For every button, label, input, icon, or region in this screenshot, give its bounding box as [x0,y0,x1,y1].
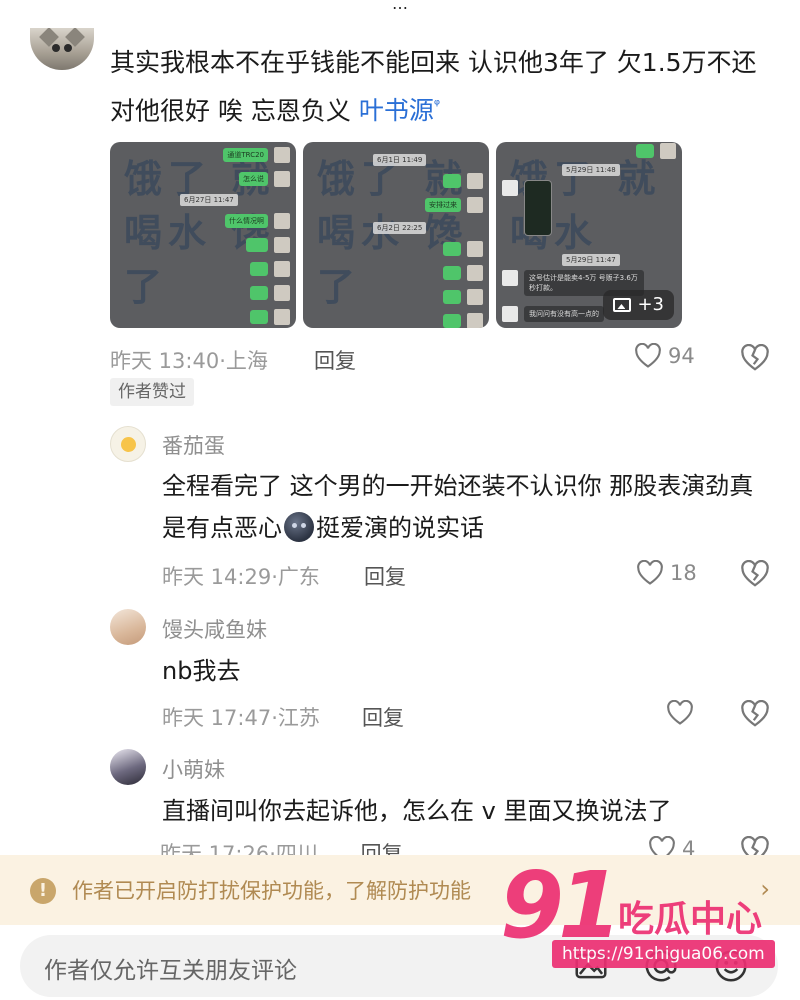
top-partial-header: … [0,0,800,13]
chat-bubble: 怎么说 [239,172,268,186]
chat-bubble [250,310,268,324]
chat-bubble [250,286,268,300]
emoji-icon[interactable] [712,947,750,985]
author-liked-badge: 作者赞过 [110,378,194,406]
dislike-broken-heart-icon[interactable] [740,700,770,728]
chat-avatar [274,309,290,325]
more-images-badge[interactable]: +3 [603,290,674,320]
reply-button[interactable]: 回复 [364,561,406,591]
top-partial-title: … [392,0,408,13]
comment-image-1[interactable]: 饿了 就喝水 馋了 通道TRC20 怎么说 6月27日 11:47 什么情况啊 [110,142,296,328]
chat-avatar [274,171,290,187]
chat-avatar [467,313,483,328]
chat-avatar [274,147,290,163]
chat-timestamp: 5月29日 11:48 [562,164,620,176]
comment-time: 昨天 13:40 [110,349,220,373]
chat-avatar [274,213,290,229]
image-icon[interactable] [572,947,610,985]
chat-avatar [467,265,483,281]
reply-text: 全程看完了 这个男的一开始还装不认识你 那股表演劲真是有点恶心 挺爱演的说实话 [162,472,754,542]
chat-avatar [660,143,676,159]
reply-text: 直播间叫你去起诉他，怎么在 v 里面又换说法了 [162,797,672,825]
comment-image-3[interactable]: 饿了 就喝水 5月29日 11:48 5月29日 11:47 这号估计是能卖4-… [496,142,682,328]
like-count: 94 [668,344,695,368]
chat-bubble [443,242,461,256]
comment-input[interactable]: 作者仅允许互关朋友评论 [20,935,778,997]
like-button[interactable] [666,700,694,726]
chat-screenshot-phone [524,180,552,236]
chat-bubble [443,174,461,188]
dark-face-emoji-icon [284,512,314,542]
warning-icon: ! [30,878,56,904]
main-comment-meta: 昨天 13:40·上海 [110,349,268,373]
like-button[interactable]: 94 [634,343,695,369]
chat-message: 我问问有没有高一点的 [524,306,604,322]
heart-icon [637,560,663,585]
reply-avatar-anime[interactable] [110,749,146,785]
chat-timestamp: 6月2日 22:25 [373,222,427,234]
heart-icon [667,700,693,725]
dislike-broken-heart-icon[interactable] [740,560,770,588]
notice-text: 作者已开启防打扰保护功能，了解防护功能 [72,879,471,903]
like-count: 18 [670,561,697,585]
chat-bubble [246,238,268,252]
more-images-count: +3 [637,294,664,315]
reply-avatar-egg[interactable] [110,426,146,462]
reply-text: nb我去 [162,657,241,685]
chat-bubble [443,266,461,280]
reply-avatar-girl[interactable] [110,609,146,645]
chat-bubble [443,314,461,328]
chat-bubble: 安排过来 [425,198,461,212]
like-button[interactable]: 18 [636,560,697,586]
commenter-avatar[interactable] [30,28,94,70]
chat-avatar [502,306,518,322]
chat-avatar [274,285,290,301]
topic-link[interactable]: 叶书源ᵠ [359,96,440,125]
comment-image-gallery: 饿了 就喝水 馋了 通道TRC20 怎么说 6月27日 11:47 什么情况啊 … [110,142,682,330]
heart-icon [635,343,661,368]
chat-bubble: 什么情况啊 [225,214,268,228]
reply-meta: 昨天 14:29·广东 [162,565,320,589]
reply-meta: 昨天 17:47·江苏 [162,706,320,730]
reply-button[interactable]: 回复 [362,702,404,732]
main-comment-text: 其实我根本不在乎钱能不能回来 认识他3年了 欠1.5万不还 对他很好 唉 忘恩负… [110,42,770,132]
chat-avatar [502,270,518,286]
chat-avatar [467,289,483,305]
at-mention-icon[interactable] [642,947,680,985]
comment-image-2[interactable]: 饿了 就喝水 馋了 6月1日 11:49 安排过来 6月2日 22:25 [303,142,489,328]
reply-button[interactable]: 回复 [314,345,356,375]
chat-timestamp: 6月27日 11:47 [180,194,238,206]
dislike-broken-heart-icon[interactable] [740,344,770,372]
chat-bubble [443,290,461,304]
reply-username[interactable]: 小萌妹 [162,754,225,784]
chat-avatar [274,261,290,277]
anti-harassment-notice[interactable]: ! 作者已开启防打扰保护功能，了解防护功能 › [0,855,800,925]
image-icon [613,298,632,312]
search-icon: ᵠ [433,96,441,114]
chat-avatar [274,237,290,253]
chat-avatar [467,197,483,213]
reply-username[interactable]: 番茄蛋 [162,430,225,460]
chat-avatar [502,180,518,196]
chat-timestamp: 6月1日 11:49 [373,154,427,166]
chat-bubble [250,262,268,276]
chat-timestamp: 5月29日 11:47 [562,254,620,266]
chat-avatar [467,173,483,189]
comment-location: 上海 [225,349,268,373]
chat-bubble [636,144,654,158]
comment-input-placeholder: 作者仅允许互关朋友评论 [44,958,297,984]
chat-avatar [467,241,483,257]
chevron-right-icon: › [760,875,770,903]
chat-bubble: 通道TRC20 [223,148,268,162]
reply-username[interactable]: 馒头咸鱼妹 [162,614,267,644]
